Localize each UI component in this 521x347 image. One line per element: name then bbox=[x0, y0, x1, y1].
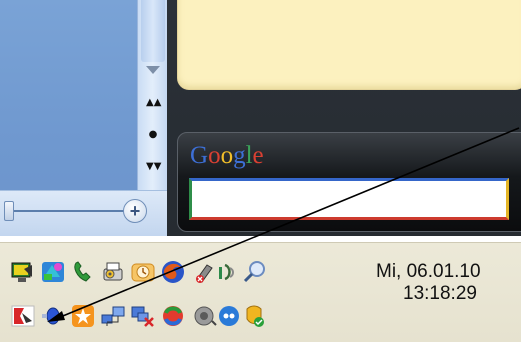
firefox-icon[interactable] bbox=[160, 259, 186, 285]
phone-icon[interactable] bbox=[70, 259, 96, 285]
zoom-slider-track[interactable] bbox=[10, 210, 130, 212]
taskbar: Mi, 06.01.10 13:18:29 bbox=[0, 236, 521, 347]
taskbar-bottom-edge bbox=[0, 343, 521, 347]
messenger-icon[interactable] bbox=[216, 303, 242, 329]
clock-date[interactable]: Mi, 06.01.10 bbox=[376, 261, 481, 283]
google-search-input[interactable] bbox=[189, 178, 509, 220]
gadget-sidebar: Google bbox=[167, 0, 521, 236]
satellite-icon[interactable] bbox=[40, 303, 66, 329]
red-flag-icon[interactable] bbox=[10, 303, 36, 329]
clock-time[interactable]: 13:18:29 bbox=[403, 283, 477, 305]
google-logo-letter: o bbox=[208, 142, 221, 169]
zoom-slider-thumb[interactable] bbox=[4, 201, 14, 221]
search-magnifier-icon[interactable] bbox=[242, 259, 268, 285]
network-error-icon[interactable] bbox=[130, 303, 156, 329]
network-computers-icon[interactable] bbox=[100, 303, 126, 329]
security-shield-icon[interactable] bbox=[242, 303, 268, 329]
mail-clock-icon[interactable] bbox=[130, 259, 156, 285]
google-logo-letter: e bbox=[252, 142, 264, 169]
google-logo: Google bbox=[190, 142, 264, 170]
network-monitor-icon[interactable] bbox=[10, 259, 36, 285]
google-logo-letter: l bbox=[245, 142, 253, 169]
volume-icon[interactable] bbox=[192, 303, 218, 329]
scrollbar-track[interactable] bbox=[141, 0, 165, 62]
colorful-app-icon[interactable] bbox=[40, 259, 66, 285]
system-tray: Mi, 06.01.10 13:18:29 bbox=[0, 242, 521, 342]
next-page-button[interactable]: ▼▼ bbox=[146, 160, 161, 174]
disk-tool-icon[interactable] bbox=[192, 259, 218, 285]
google-logo-letter: o bbox=[220, 142, 234, 169]
star-icon[interactable] bbox=[70, 303, 96, 329]
select-browse-object-button[interactable]: ● bbox=[146, 128, 160, 142]
wifi-signal-icon[interactable] bbox=[216, 259, 242, 285]
google-search-gadget: Google bbox=[177, 132, 521, 232]
google-logo-letter: g bbox=[233, 142, 246, 169]
sync-icon[interactable] bbox=[160, 303, 186, 329]
previous-page-button[interactable]: ▲▲ bbox=[146, 96, 161, 110]
vertical-scrollbar[interactable]: ▲▲ ● ▼▼ bbox=[137, 0, 167, 190]
notes-gadget[interactable] bbox=[177, 0, 521, 90]
google-logo-letter: G bbox=[190, 142, 209, 169]
printer-cog-icon[interactable] bbox=[100, 259, 126, 285]
zoom-in-button[interactable]: + bbox=[123, 199, 147, 223]
status-bar-zoom: + bbox=[0, 190, 167, 236]
scroll-down-arrow-icon[interactable] bbox=[146, 66, 160, 74]
